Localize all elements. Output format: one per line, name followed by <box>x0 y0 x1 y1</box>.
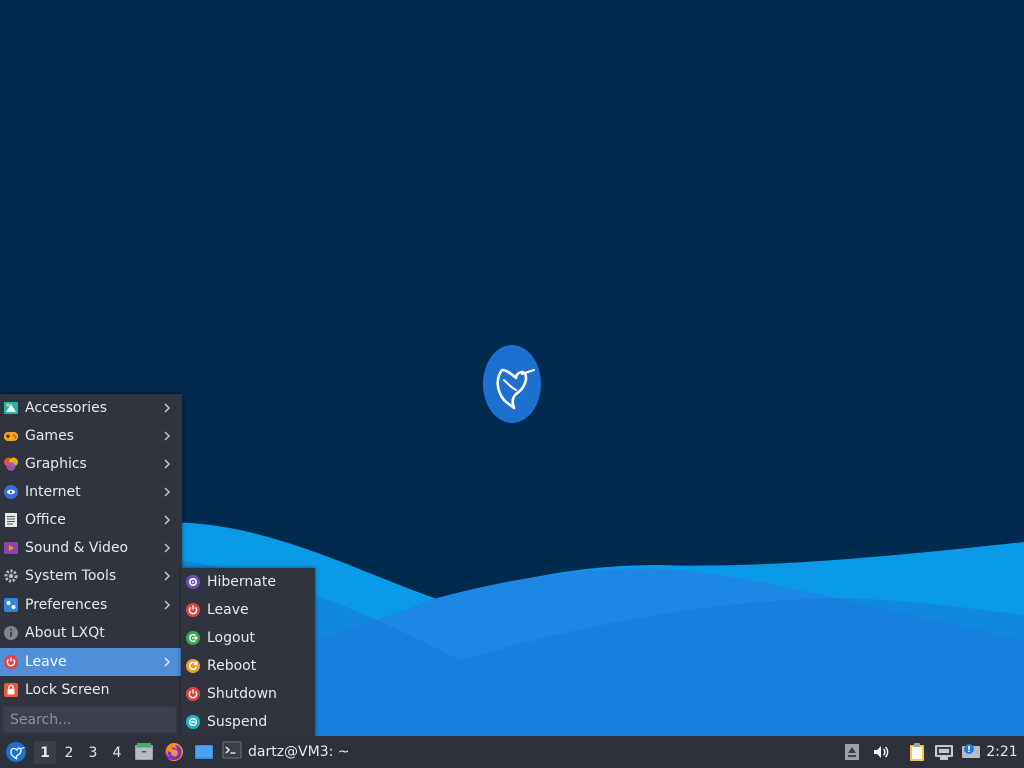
menu-item-office[interactable]: Office <box>0 506 182 534</box>
menu-item-internet[interactable]: Internet <box>0 478 182 506</box>
desktop-switch-1[interactable]: 1 <box>34 741 56 764</box>
desktop-switch-2[interactable]: 2 <box>58 741 80 764</box>
menu-item-lock-screen[interactable]: Lock Screen <box>0 676 182 704</box>
file-manager-launcher[interactable] <box>132 736 156 768</box>
games-icon <box>2 427 20 445</box>
info-icon <box>2 624 20 642</box>
submenu-item-label: Hibernate <box>207 574 276 590</box>
clipboard-icon <box>908 742 926 762</box>
graphics-icon <box>2 455 20 473</box>
menu-item-graphics[interactable]: Graphics <box>0 450 182 478</box>
lubuntu-hummingbird-icon <box>482 344 542 424</box>
update-notifier-button[interactable] <box>960 736 982 768</box>
desktop-switch-3[interactable]: 3 <box>82 741 104 764</box>
chevron-right-icon <box>162 458 172 470</box>
menu-item-accessories[interactable]: Accessories <box>0 394 182 422</box>
preferences-icon <box>2 596 20 614</box>
chevron-right-icon <box>162 542 172 554</box>
menu-item-leave[interactable]: Leave <box>0 648 182 676</box>
clock[interactable]: 2:21 <box>984 736 1020 768</box>
file-manager-icon <box>134 742 154 762</box>
chevron-right-icon <box>162 656 172 668</box>
lock-icon <box>2 681 20 699</box>
taskbar-task-terminal[interactable]: dartz@VM3: ~ <box>222 736 350 768</box>
chevron-right-icon <box>162 402 172 414</box>
sound-video-icon <box>2 539 20 557</box>
reboot-icon <box>184 657 202 675</box>
volume-button[interactable] <box>870 736 892 768</box>
submenu-item-logout[interactable]: Logout <box>181 624 315 652</box>
menu-item-label: Preferences <box>25 597 108 613</box>
submenu-item-label: Logout <box>207 630 255 646</box>
chevron-right-icon <box>162 514 172 526</box>
menu-item-about-lxqt[interactable]: About LXQt <box>0 619 182 647</box>
desktop-switch-4[interactable]: 4 <box>106 741 128 764</box>
network-button[interactable] <box>932 736 956 768</box>
internet-icon <box>2 483 20 501</box>
start-menu: Accessories Games Graphics Internet Offi… <box>0 394 182 736</box>
submenu-item-hibernate[interactable]: Hibernate <box>181 568 315 596</box>
office-icon <box>2 511 20 529</box>
terminal-icon <box>222 740 242 764</box>
firefox-launcher[interactable] <box>162 736 186 768</box>
suspend-icon <box>184 713 202 731</box>
submenu-item-label: Leave <box>207 602 249 618</box>
shutdown-icon <box>184 685 202 703</box>
submenu-item-shutdown[interactable]: Shutdown <box>181 680 315 708</box>
menu-item-label: Sound & Video <box>25 540 129 556</box>
clipboard-button[interactable] <box>906 736 928 768</box>
volume-icon <box>872 743 890 761</box>
logout-icon <box>184 629 202 647</box>
submenu-item-suspend[interactable]: Suspend <box>181 708 315 736</box>
leave-submenu: Hibernate Leave Logout Reboot Shutdown S… <box>181 568 315 736</box>
menu-item-label: About LXQt <box>25 625 105 641</box>
menu-search-input[interactable] <box>3 706 177 733</box>
submenu-item-label: Reboot <box>207 658 257 674</box>
menu-item-system-tools[interactable]: System Tools <box>0 562 182 590</box>
show-desktop-icon <box>194 742 214 762</box>
power-icon <box>184 601 202 619</box>
chevron-right-icon <box>162 486 172 498</box>
submenu-item-reboot[interactable]: Reboot <box>181 652 315 680</box>
menu-item-sound-video[interactable]: Sound & Video <box>0 534 182 562</box>
chevron-right-icon <box>162 599 172 611</box>
chevron-right-icon <box>162 430 172 442</box>
menu-item-label: Games <box>25 428 74 444</box>
network-icon <box>934 743 954 761</box>
menu-item-preferences[interactable]: Preferences <box>0 591 182 619</box>
menu-item-games[interactable]: Games <box>0 422 182 450</box>
menu-item-label: Internet <box>25 484 81 500</box>
menu-item-label: Leave <box>25 654 67 670</box>
eject-icon <box>844 743 860 761</box>
system-tools-icon <box>2 567 20 585</box>
eject-button[interactable] <box>842 736 862 768</box>
submenu-item-label: Shutdown <box>207 686 277 702</box>
lubuntu-menu-icon <box>5 741 27 763</box>
update-notifier-icon <box>961 743 981 761</box>
hibernate-icon <box>184 573 202 591</box>
menu-item-label: Office <box>25 512 66 528</box>
task-label: dartz@VM3: ~ <box>248 744 350 760</box>
submenu-item-leave[interactable]: Leave <box>181 596 315 624</box>
firefox-icon <box>164 742 184 762</box>
menu-item-label: System Tools <box>25 568 117 584</box>
taskbar: 1 2 3 4 dartz@VM3: ~ 2:21 <box>0 736 1024 768</box>
show-desktop-button[interactable] <box>192 736 216 768</box>
menu-item-label: Accessories <box>25 400 108 416</box>
menu-item-label: Graphics <box>25 456 87 472</box>
submenu-item-label: Suspend <box>207 714 268 730</box>
power-icon <box>2 653 20 671</box>
chevron-right-icon <box>162 570 172 582</box>
menu-item-label: Lock Screen <box>25 682 110 698</box>
accessories-icon <box>2 399 20 417</box>
start-menu-button[interactable] <box>3 736 29 768</box>
